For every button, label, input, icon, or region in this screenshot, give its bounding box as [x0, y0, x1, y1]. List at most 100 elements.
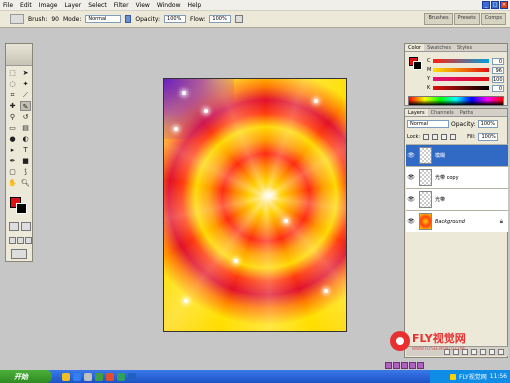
color-bg-chip[interactable] — [413, 61, 422, 70]
lock-all-icon[interactable] — [450, 134, 457, 140]
mode-dropdown-icon[interactable] — [125, 15, 132, 23]
ime-icon[interactable] — [401, 362, 408, 369]
dodge-tool-icon[interactable]: ◐ — [20, 134, 31, 144]
menu-file[interactable]: File — [3, 2, 13, 9]
minimize-icon[interactable]: _ — [482, 1, 490, 9]
blend-mode-select[interactable]: Normal — [407, 120, 449, 128]
menu-window[interactable]: Window — [157, 2, 181, 9]
eye-icon[interactable]: 👁︎ — [406, 196, 416, 203]
shape-tool-icon[interactable]: ■ — [20, 156, 31, 166]
menu-edit[interactable]: Edit — [20, 2, 32, 9]
marquee-tool-icon[interactable]: ⬚ — [7, 68, 18, 78]
eye-icon[interactable]: 👁︎ — [406, 174, 416, 181]
document-canvas[interactable] — [163, 78, 347, 332]
fill-field[interactable]: 100% — [478, 133, 499, 141]
cyan-value[interactable]: 0 — [492, 57, 504, 65]
close-icon[interactable]: × — [500, 1, 508, 9]
brush-tool-icon[interactable] — [10, 14, 24, 24]
tab-layers[interactable]: Layers — [405, 109, 428, 116]
tab-channels[interactable]: Channels — [428, 109, 457, 116]
slice-tool-icon[interactable]: ⟋ — [20, 90, 31, 100]
cyan-slider[interactable] — [433, 59, 489, 63]
quicklaunch-icon[interactable] — [106, 372, 114, 381]
airbrush-icon[interactable] — [235, 15, 244, 23]
path-select-icon[interactable]: ▸ — [7, 145, 18, 155]
brush-tool-icon[interactable]: ✎ — [20, 101, 31, 111]
quicklaunch-icon[interactable] — [73, 372, 81, 381]
layer-row[interactable]: 👁︎ Background 🔒︎ — [406, 210, 508, 232]
flow-field[interactable]: 100% — [209, 15, 232, 23]
start-button[interactable]: 开始 — [0, 370, 52, 383]
layer-row[interactable]: 👁︎ 光带 copy — [406, 166, 508, 188]
well-tab-brushes[interactable]: Brushes — [424, 13, 453, 25]
background-color[interactable] — [16, 203, 27, 214]
ime-icon[interactable] — [409, 362, 416, 369]
well-tab-presets[interactable]: Presets — [453, 13, 480, 25]
tab-paths[interactable]: Paths — [457, 109, 477, 116]
yellow-slider[interactable] — [433, 77, 489, 81]
screen-mode-menu-icon[interactable] — [17, 237, 24, 244]
magic-wand-tool-icon[interactable]: ✦ — [20, 79, 31, 89]
menu-image[interactable]: Image — [39, 2, 58, 9]
stamp-tool-icon[interactable]: ⚲ — [7, 112, 18, 122]
quicklaunch-icon[interactable] — [84, 372, 92, 381]
tray-icon[interactable] — [450, 373, 457, 380]
notes-tool-icon[interactable]: ▢ — [7, 167, 18, 177]
layer-row[interactable]: 👁︎ 光带 — [406, 188, 508, 210]
quicklaunch-icon[interactable] — [117, 372, 125, 381]
new-layer-icon[interactable] — [489, 348, 495, 355]
ime-icon[interactable] — [393, 362, 400, 369]
magenta-slider[interactable] — [433, 68, 489, 72]
tab-color[interactable]: Color — [405, 44, 425, 51]
yellow-value[interactable]: 100 — [492, 75, 504, 83]
ime-icon[interactable] — [385, 362, 392, 369]
hand-tool-icon[interactable]: ✋ — [7, 178, 18, 188]
eye-icon[interactable]: 👁︎ — [406, 152, 416, 159]
menu-layer[interactable]: Layer — [64, 2, 81, 9]
gradient-tool-icon[interactable]: ▤ — [20, 123, 31, 133]
layer-opacity-field[interactable]: 100% — [477, 120, 498, 128]
screen-mode-standard-icon[interactable] — [9, 237, 16, 244]
menu-view[interactable]: View — [136, 2, 150, 9]
quicklaunch-icon[interactable] — [128, 372, 136, 381]
healing-tool-icon[interactable]: ✚ — [7, 101, 18, 111]
type-tool-icon[interactable]: T — [20, 145, 31, 155]
move-tool-icon[interactable]: ➤ — [20, 68, 31, 78]
delete-layer-icon[interactable] — [498, 348, 504, 355]
quick-mask-icon[interactable] — [21, 222, 31, 231]
menu-select[interactable]: Select — [88, 2, 107, 9]
well-tab-comps[interactable]: Comps — [480, 13, 506, 25]
lock-pixels-icon[interactable] — [432, 134, 439, 140]
pen-tool-icon[interactable]: ✒ — [7, 156, 18, 166]
lock-transparency-icon[interactable] — [423, 134, 430, 140]
magenta-value[interactable]: 96 — [492, 66, 504, 74]
restore-icon[interactable]: □ — [491, 1, 499, 9]
ime-icon[interactable] — [417, 362, 424, 369]
standard-mode-icon[interactable] — [9, 222, 19, 231]
black-value[interactable]: 0 — [492, 84, 504, 92]
eyedropper-tool-icon[interactable]: ⟆ — [20, 167, 31, 177]
tray-clock[interactable]: 11:56 — [490, 373, 507, 380]
new-adjustment-icon[interactable] — [480, 348, 486, 355]
lasso-tool-icon[interactable]: ◌ — [7, 79, 18, 89]
screen-mode-full-icon[interactable] — [25, 237, 32, 244]
eraser-tool-icon[interactable]: ▭ — [7, 123, 18, 133]
new-group-icon[interactable] — [471, 348, 477, 355]
color-spectrum-bar[interactable] — [408, 96, 504, 106]
blur-tool-icon[interactable]: ● — [7, 134, 18, 144]
quicklaunch-icon[interactable] — [62, 372, 70, 381]
brush-size[interactable]: 90 — [51, 16, 59, 23]
jump-to-imageready-icon[interactable] — [11, 249, 27, 259]
tab-styles[interactable]: Styles — [454, 44, 475, 51]
menu-filter[interactable]: Filter — [114, 2, 129, 9]
tab-swatches[interactable]: Swatches — [424, 44, 454, 51]
layer-row[interactable]: 👁︎ 模糊 — [406, 144, 508, 166]
opacity-field[interactable]: 100% — [164, 15, 187, 23]
crop-tool-icon[interactable]: ⌗ — [7, 90, 18, 100]
black-slider[interactable] — [433, 86, 489, 90]
eye-icon[interactable]: 👁︎ — [406, 218, 416, 225]
lock-position-icon[interactable] — [441, 134, 448, 140]
history-brush-icon[interactable]: ↺ — [20, 112, 31, 122]
zoom-tool-icon[interactable]: 🔍︎ — [20, 178, 31, 188]
menu-help[interactable]: Help — [188, 2, 202, 9]
